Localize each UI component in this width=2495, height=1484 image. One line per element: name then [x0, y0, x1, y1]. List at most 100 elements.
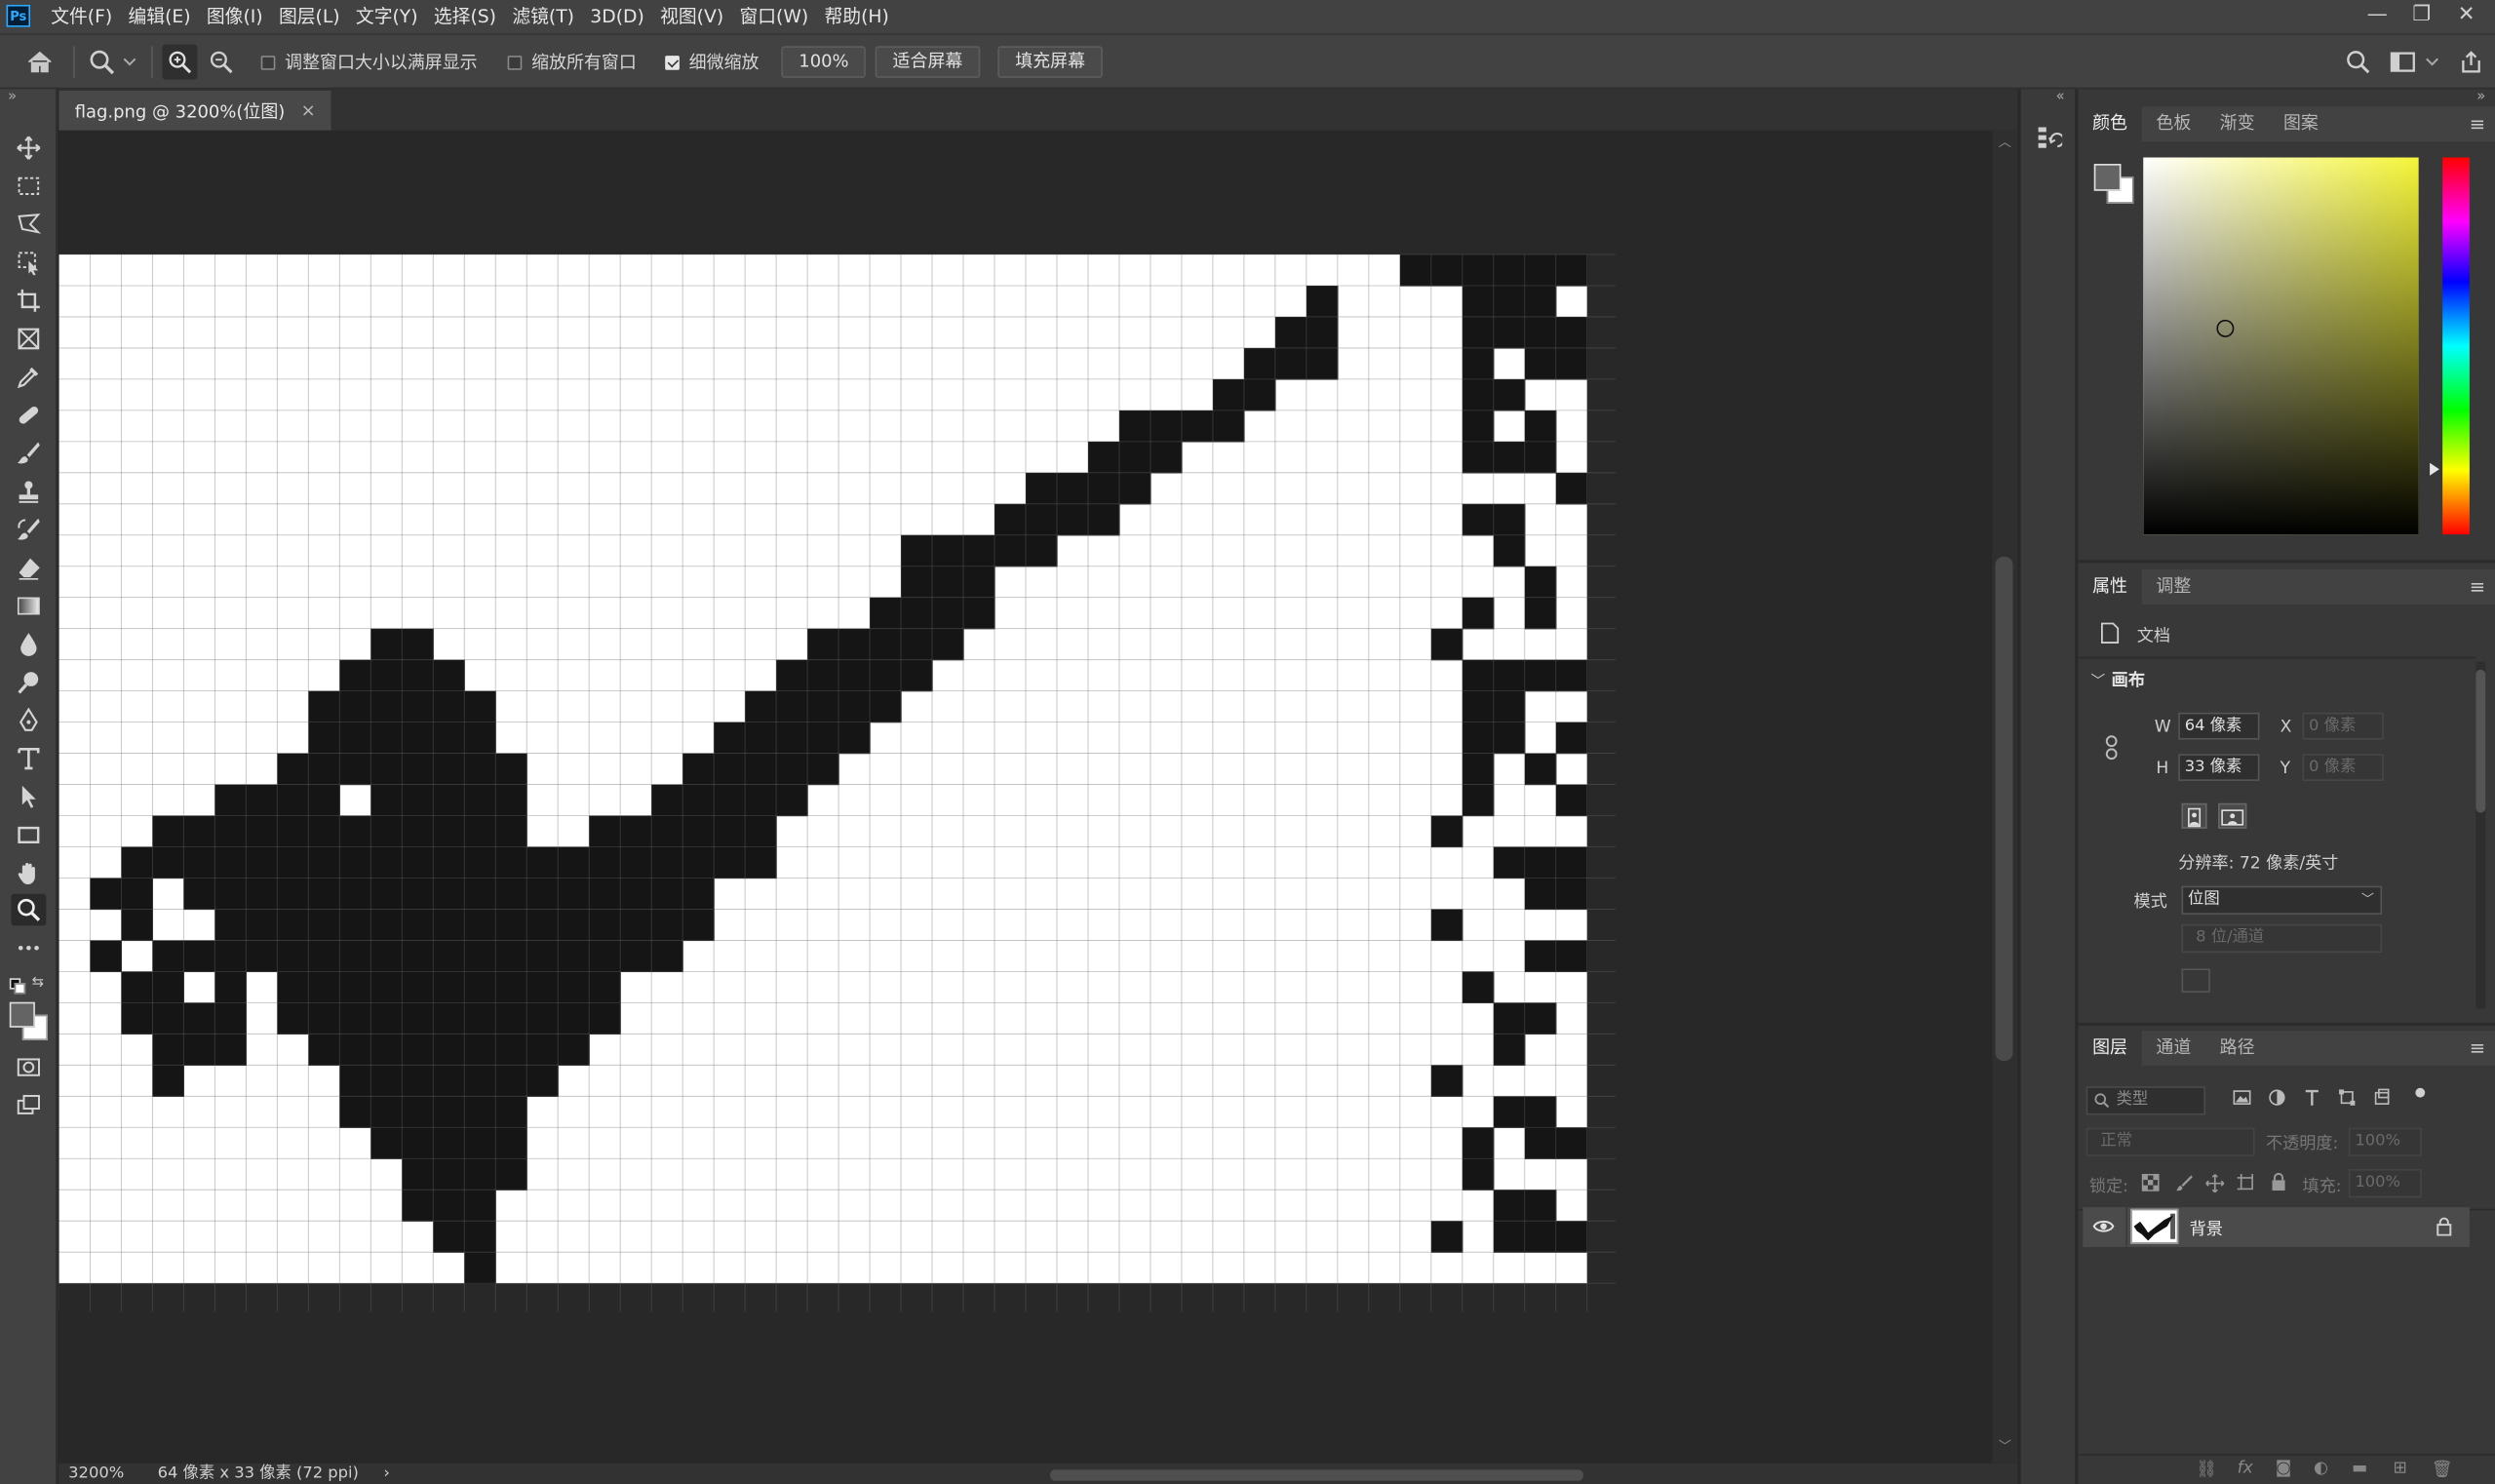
link-layers-icon[interactable]: ⛓ — [2196, 1459, 2217, 1480]
pixel-canvas[interactable] — [58, 131, 1992, 1464]
restore-button[interactable]: ❐ — [2409, 0, 2435, 33]
tab-swatches[interactable]: 色板 — [2142, 106, 2205, 141]
color-picker-cursor[interactable] — [2216, 319, 2235, 337]
dodge-tool[interactable] — [11, 667, 46, 699]
lock-transparent-icon[interactable] — [2141, 1173, 2160, 1191]
color-swatches[interactable] — [9, 1001, 48, 1040]
scroll-up-icon[interactable]: ︿ — [1999, 134, 2011, 151]
collapse-strip-icon[interactable]: « — [2056, 89, 2065, 104]
panel-foreground-swatch[interactable] — [2093, 164, 2122, 191]
scrubby-zoom-check[interactable] — [665, 55, 680, 69]
new-layer-icon[interactable]: ⊞ — [2394, 1459, 2407, 1478]
eyedropper-tool[interactable] — [11, 361, 46, 393]
layer-filter-select[interactable]: 类型 — [2086, 1086, 2205, 1115]
menu-item-4[interactable]: 文字(Y) — [348, 0, 426, 33]
gradient-tool[interactable] — [11, 590, 46, 622]
share-button[interactable] — [2458, 35, 2483, 89]
tab-paths[interactable]: 路径 — [2205, 1031, 2269, 1066]
lock-artboard-icon[interactable] — [2237, 1173, 2257, 1193]
marquee-tool[interactable] — [11, 171, 46, 203]
object-selection-tool[interactable] — [11, 247, 46, 279]
properties-scroll-thumb[interactable] — [2476, 669, 2486, 813]
close-tab-icon[interactable]: × — [301, 100, 316, 121]
fill-screen-button[interactable]: 填充屏幕 — [997, 46, 1103, 78]
landscape-orientation-button[interactable] — [2218, 802, 2247, 829]
menu-item-1[interactable]: 编辑(E) — [120, 0, 198, 33]
layer-row-background[interactable]: 背景 — [2083, 1207, 2470, 1247]
canvas-section-chevron-icon[interactable]: ﹀ — [2090, 670, 2105, 690]
hue-slider[interactable] — [2442, 157, 2470, 535]
collapse-dock-icon[interactable]: » — [2476, 89, 2485, 104]
move-tool[interactable] — [11, 132, 46, 164]
workspace-switcher[interactable] — [2390, 35, 2439, 89]
history-brush-tool[interactable] — [11, 514, 46, 546]
portrait-orientation-button[interactable] — [2181, 802, 2207, 829]
resize-windows-check[interactable] — [260, 55, 276, 69]
frame-tool[interactable] — [11, 323, 46, 355]
color-picker-field[interactable] — [2143, 157, 2419, 535]
visibility-eye-icon[interactable] — [2092, 1219, 2115, 1234]
opacity-field[interactable]: 100% — [2348, 1127, 2422, 1156]
link-dimensions-icon[interactable] — [2104, 735, 2120, 761]
tab-color[interactable]: 颜色 — [2078, 106, 2142, 142]
zoom-level[interactable]: 3200% — [68, 1464, 124, 1484]
zoom-100-button[interactable]: 100% — [781, 46, 867, 78]
brush-tool[interactable] — [11, 438, 46, 470]
resize-windows-checkbox[interactable]: 调整窗口大小以满屏显示 — [260, 35, 478, 89]
zoom-out-button[interactable] — [209, 35, 234, 89]
default-colors-icon[interactable] — [9, 978, 26, 995]
search-button[interactable] — [2346, 35, 2371, 89]
tab-gradients[interactable]: 渐变 — [2205, 106, 2269, 141]
document-tab[interactable]: flag.png @ 3200%(位图) × — [58, 90, 331, 131]
path-selection-tool[interactable] — [11, 781, 46, 813]
clone-stamp-tool[interactable] — [11, 476, 46, 508]
zoom-all-windows-checkbox[interactable]: 缩放所有窗口 — [507, 35, 637, 89]
filter-toggle[interactable] — [2415, 1087, 2426, 1098]
history-panel-button[interactable] — [2037, 124, 2065, 149]
new-group-icon[interactable]: ▬ — [2352, 1459, 2367, 1478]
canvas-y-field[interactable]: 0 像素 — [2302, 754, 2384, 781]
menu-item-7[interactable]: 3D(D) — [582, 0, 652, 33]
healing-brush-tool[interactable] — [11, 399, 46, 431]
zoom-tool[interactable] — [11, 893, 47, 926]
tab-properties[interactable]: 属性 — [2078, 569, 2142, 605]
minimize-button[interactable]: — — [2364, 0, 2390, 33]
menu-item-5[interactable]: 选择(S) — [426, 0, 504, 33]
hue-slider-handle[interactable] — [2430, 462, 2439, 476]
filter-smart-object-icon[interactable] — [2372, 1088, 2392, 1108]
close-window-button[interactable]: ✕ — [2454, 0, 2479, 33]
menu-item-6[interactable]: 滤镜(T) — [504, 0, 582, 33]
add-mask-icon[interactable]: ◙ — [2276, 1459, 2292, 1478]
layers-panel-menu-icon[interactable]: ≡ — [2470, 1037, 2485, 1060]
scrubby-zoom-checkbox[interactable]: 细微缩放 — [665, 35, 759, 89]
canvas-x-field[interactable]: 0 像素 — [2302, 712, 2384, 740]
properties-scrollbar[interactable] — [2476, 661, 2486, 1009]
foreground-color-swatch[interactable] — [9, 1001, 35, 1028]
filter-type-icon[interactable] — [2303, 1088, 2322, 1108]
menu-item-10[interactable]: 帮助(H) — [816, 0, 897, 33]
hand-tool[interactable] — [11, 857, 46, 889]
fill-color-swatch[interactable] — [2181, 968, 2210, 993]
quick-mask-button[interactable] — [11, 1051, 46, 1083]
scroll-down-icon[interactable]: ﹀ — [1999, 1438, 2011, 1456]
pen-tool[interactable] — [11, 705, 46, 737]
blend-mode-select[interactable]: 正常 — [2086, 1127, 2255, 1156]
swap-colors-icon[interactable]: ⇆ — [32, 975, 44, 991]
vertical-scroll-thumb[interactable] — [1995, 556, 2013, 1062]
zoom-all-check[interactable] — [507, 55, 523, 69]
crop-tool[interactable] — [11, 285, 46, 317]
layer-style-icon[interactable]: fx — [2238, 1459, 2253, 1478]
new-fill-layer-icon[interactable]: ◐ — [2314, 1459, 2328, 1478]
fill-field[interactable]: 100% — [2348, 1169, 2422, 1198]
status-menu-arrow[interactable]: › — [383, 1464, 390, 1484]
edit-toolbar-button[interactable] — [11, 932, 46, 964]
lock-pixels-icon[interactable] — [2175, 1174, 2193, 1191]
zoom-tool-preset[interactable] — [88, 35, 137, 89]
horizontal-scroll-thumb[interactable] — [1050, 1469, 1583, 1481]
properties-panel-menu-icon[interactable]: ≡ — [2470, 576, 2485, 599]
canvas-area[interactable] — [58, 130, 1993, 1464]
zoom-in-button[interactable] — [162, 44, 198, 80]
layer-name[interactable]: 背景 — [2190, 1217, 2223, 1240]
blur-tool[interactable] — [11, 628, 46, 660]
filter-shape-icon[interactable] — [2337, 1088, 2357, 1108]
